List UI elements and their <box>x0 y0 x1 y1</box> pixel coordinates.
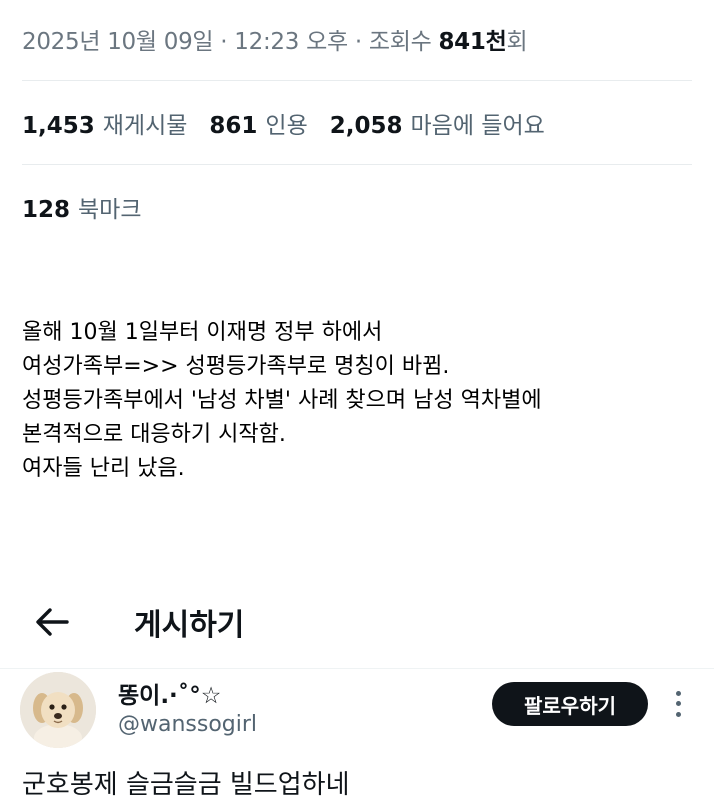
quotes-count: 861 <box>209 113 258 139</box>
screen: 2025년 10월 09일 · 12:23 오후 · 조회수 841천회 1,4… <box>0 0 714 804</box>
dot <box>675 690 681 696</box>
divider <box>22 80 692 81</box>
reposts-label: 재게시물 <box>102 113 188 139</box>
puppy-avatar-image <box>20 672 96 748</box>
reply-post-text: 군호봉제 슬금슬금 빌드업하네 <box>22 770 350 800</box>
bookmarks-stat[interactable]: 128 북마크 <box>22 190 142 224</box>
more-options-icon[interactable] <box>668 688 688 720</box>
user-handle[interactable]: @wanssogirl <box>118 712 257 737</box>
bookmarks-count: 128 <box>22 197 71 223</box>
reposts-stat[interactable]: 1,453 재게시물 <box>22 106 187 140</box>
likes-count: 2,058 <box>329 113 403 139</box>
avatar[interactable] <box>20 672 96 748</box>
caption-line: 본격적으로 대응하기 시작함. <box>22 422 286 447</box>
likes-label: 마음에 들어요 <box>410 113 545 139</box>
caption-line: 여성가족부=>> 성평등가족부로 명칭이 바뀜. <box>22 354 450 379</box>
view-suffix: 회 <box>506 29 528 55</box>
post-meta: 2025년 10월 09일 · 12:23 오후 · 조회수 841천회 <box>22 22 528 56</box>
dot <box>675 701 681 707</box>
engagement-stats: 1,453 재게시물 861 인용 2,058 마음에 들어요 <box>22 106 545 140</box>
caption-line: 성평등가족부에서 '남성 차별' 사례 찾으며 남성 역차별에 <box>22 388 542 413</box>
divider <box>22 164 692 165</box>
follow-button[interactable]: 팔로우하기 <box>492 682 648 726</box>
caption-text: 올해 10월 1일부터 이재명 정부 하에서 여성가족부=>> 성평등가족부로 … <box>22 316 702 486</box>
divider <box>0 668 714 669</box>
user-display-name[interactable]: 똥이.·˚°☆ <box>118 676 221 710</box>
likes-stat[interactable]: 2,058 마음에 들어요 <box>330 106 545 140</box>
quotes-stat[interactable]: 861 인용 <box>209 106 307 140</box>
page-title: 게시하기 <box>134 608 245 643</box>
bookmarks-label: 북마크 <box>78 197 142 223</box>
dot <box>675 712 681 718</box>
arrow-left-icon <box>36 608 69 636</box>
post-header: 게시하기 <box>0 592 714 652</box>
view-count: 841천 <box>438 29 507 55</box>
reposts-count: 1,453 <box>22 113 95 139</box>
back-button[interactable] <box>30 600 74 644</box>
caption-line: 올해 10월 1일부터 이재명 정부 하에서 <box>22 320 383 345</box>
post-datetime: 2025년 10월 09일 · 12:23 오후 · 조회수 <box>22 29 439 55</box>
caption-line: 여자들 난리 났음. <box>22 456 185 481</box>
quotes-label: 인용 <box>265 113 308 139</box>
